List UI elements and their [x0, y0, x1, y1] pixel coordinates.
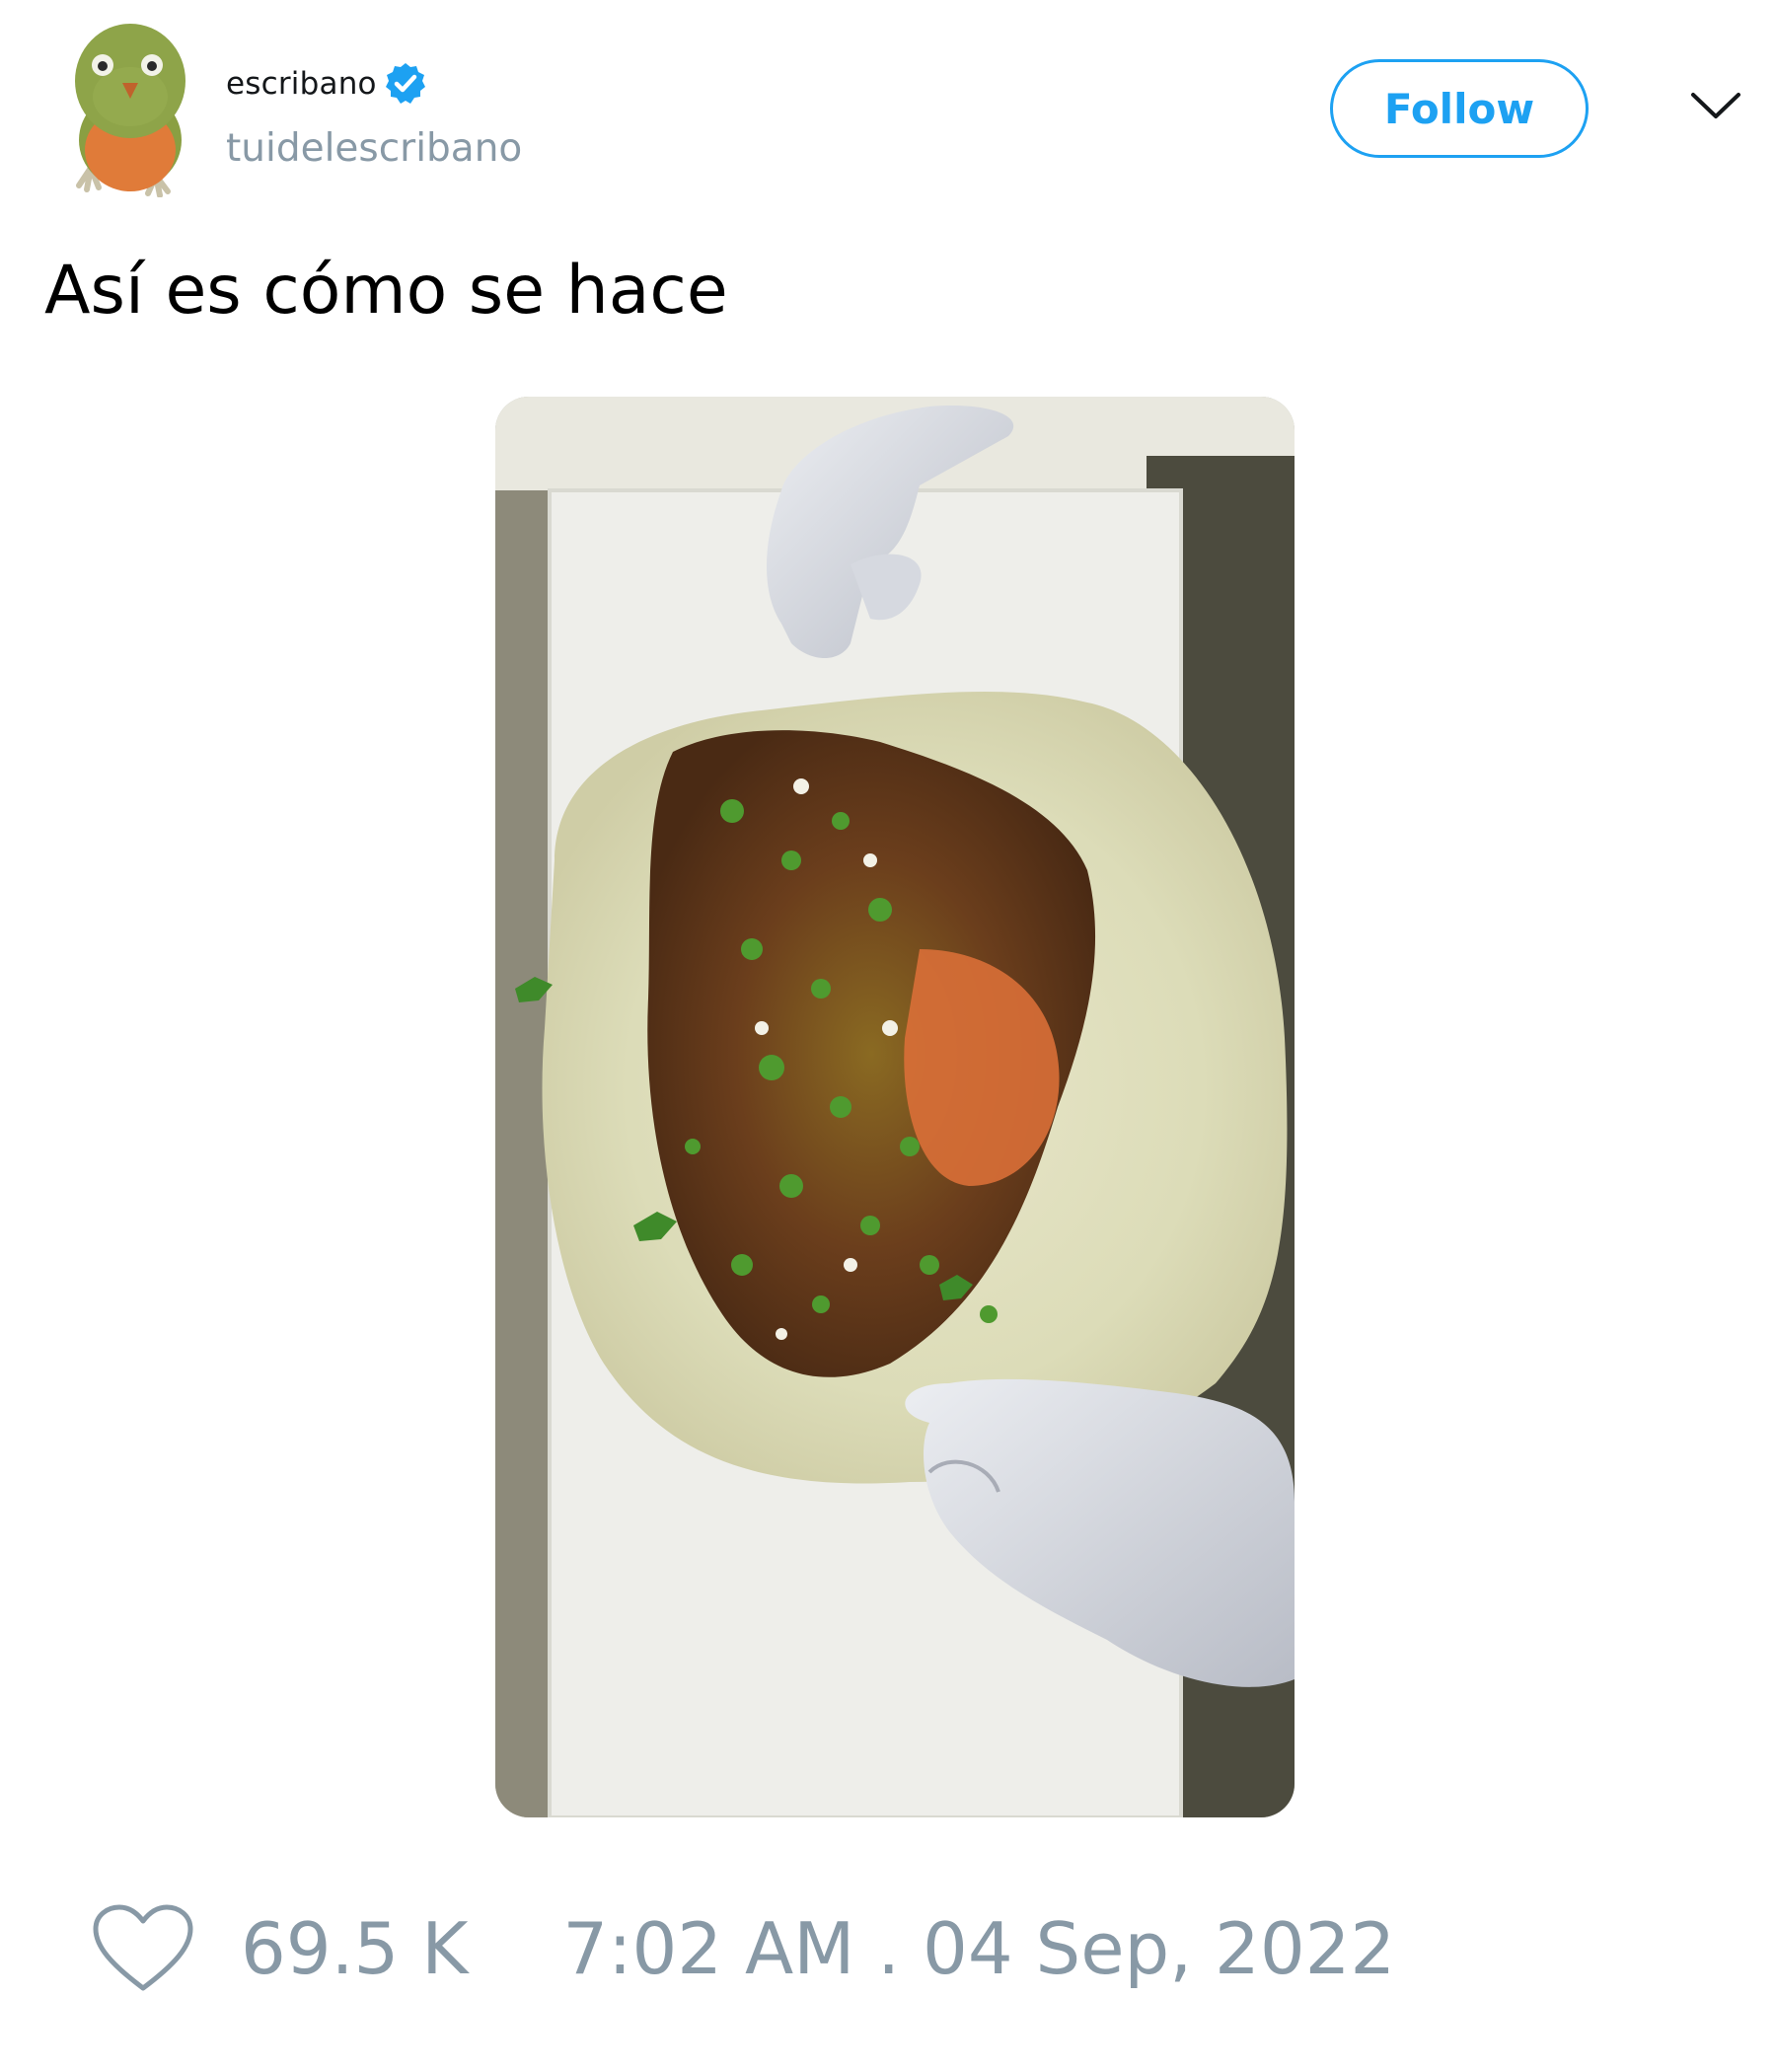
- tweet-text: Así es cómo se hace: [44, 252, 728, 330]
- heart-icon: [93, 1904, 193, 1991]
- media-image: [495, 397, 1295, 1817]
- tweet-card: escribano tuidelescribano Follow Así es …: [0, 0, 1776, 2072]
- author-display-name[interactable]: escribano: [226, 66, 377, 102]
- author-avatar[interactable]: [69, 20, 197, 198]
- tweet-timestamp[interactable]: 7:02 AM . 04 Sep, 2022: [562, 1907, 1395, 1990]
- tweet-footer: 69.5 K 7:02 AM . 04 Sep, 2022: [89, 1894, 1395, 2003]
- like-count: 69.5 K: [241, 1907, 469, 1990]
- follow-button[interactable]: Follow: [1330, 59, 1589, 158]
- author-name-row: escribano: [226, 59, 428, 109]
- video-thumbnail[interactable]: [495, 397, 1295, 1817]
- tweet-menu-button[interactable]: [1689, 87, 1742, 126]
- author-handle[interactable]: tuidelescribano: [226, 126, 522, 171]
- chevron-down-icon: [1691, 93, 1740, 118]
- bird-avatar-icon: [75, 24, 185, 198]
- verified-badge-icon: [385, 63, 425, 104]
- like-button[interactable]: [89, 1899, 197, 1998]
